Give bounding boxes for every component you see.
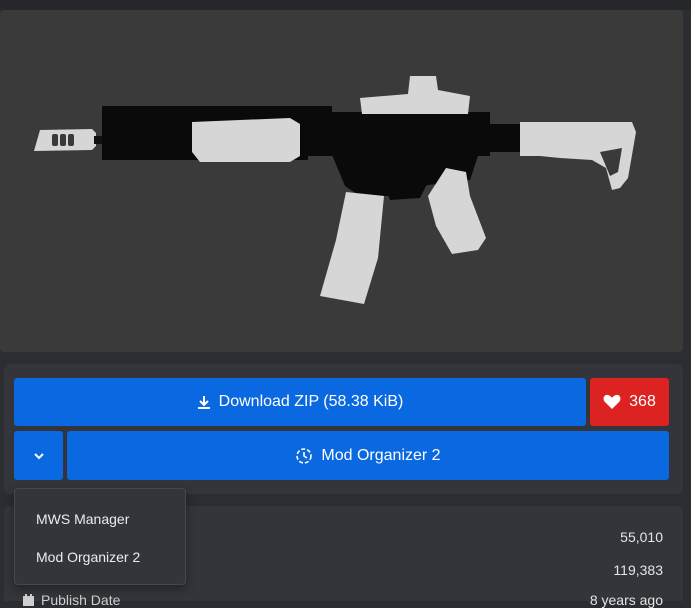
stat-value-2: 119,383 <box>613 562 663 578</box>
install-with-manager-button[interactable]: Mod Organizer 2 <box>67 431 669 480</box>
stat-value-1: 55,010 <box>620 529 663 545</box>
dropdown-item-label: Mod Organizer 2 <box>36 549 141 565</box>
publish-date-value: 8 years ago <box>589 592 663 608</box>
dropdown-item-mod-organizer-2[interactable]: Mod Organizer 2 <box>15 540 185 574</box>
top-strip <box>0 0 691 10</box>
dropdown-item-mws-manager[interactable]: MWS Manager <box>15 502 185 536</box>
download-zip-button[interactable]: Download ZIP (58.38 KiB) <box>14 378 586 426</box>
mod-organizer-icon <box>295 447 313 465</box>
mod-preview-image <box>0 10 683 352</box>
download-icon <box>197 395 211 410</box>
like-count: 368 <box>629 393 656 410</box>
rifle-illustration <box>34 76 636 304</box>
dropdown-item-label: MWS Manager <box>36 511 130 527</box>
like-button[interactable]: 368 <box>590 378 669 426</box>
download-zip-label: Download ZIP (58.38 KiB) <box>218 393 404 410</box>
calendar-icon <box>22 593 35 607</box>
chevron-down-icon <box>33 447 45 465</box>
heart-icon <box>603 394 621 410</box>
manager-dropdown-menu: MWS Manager Mod Organizer 2 <box>14 488 186 585</box>
manager-dropdown-toggle[interactable] <box>14 431 63 480</box>
manager-label: Mod Organizer 2 <box>321 446 441 464</box>
publish-date-label: Publish Date <box>41 592 121 608</box>
publish-date-label-row: Publish Date <box>22 592 120 608</box>
